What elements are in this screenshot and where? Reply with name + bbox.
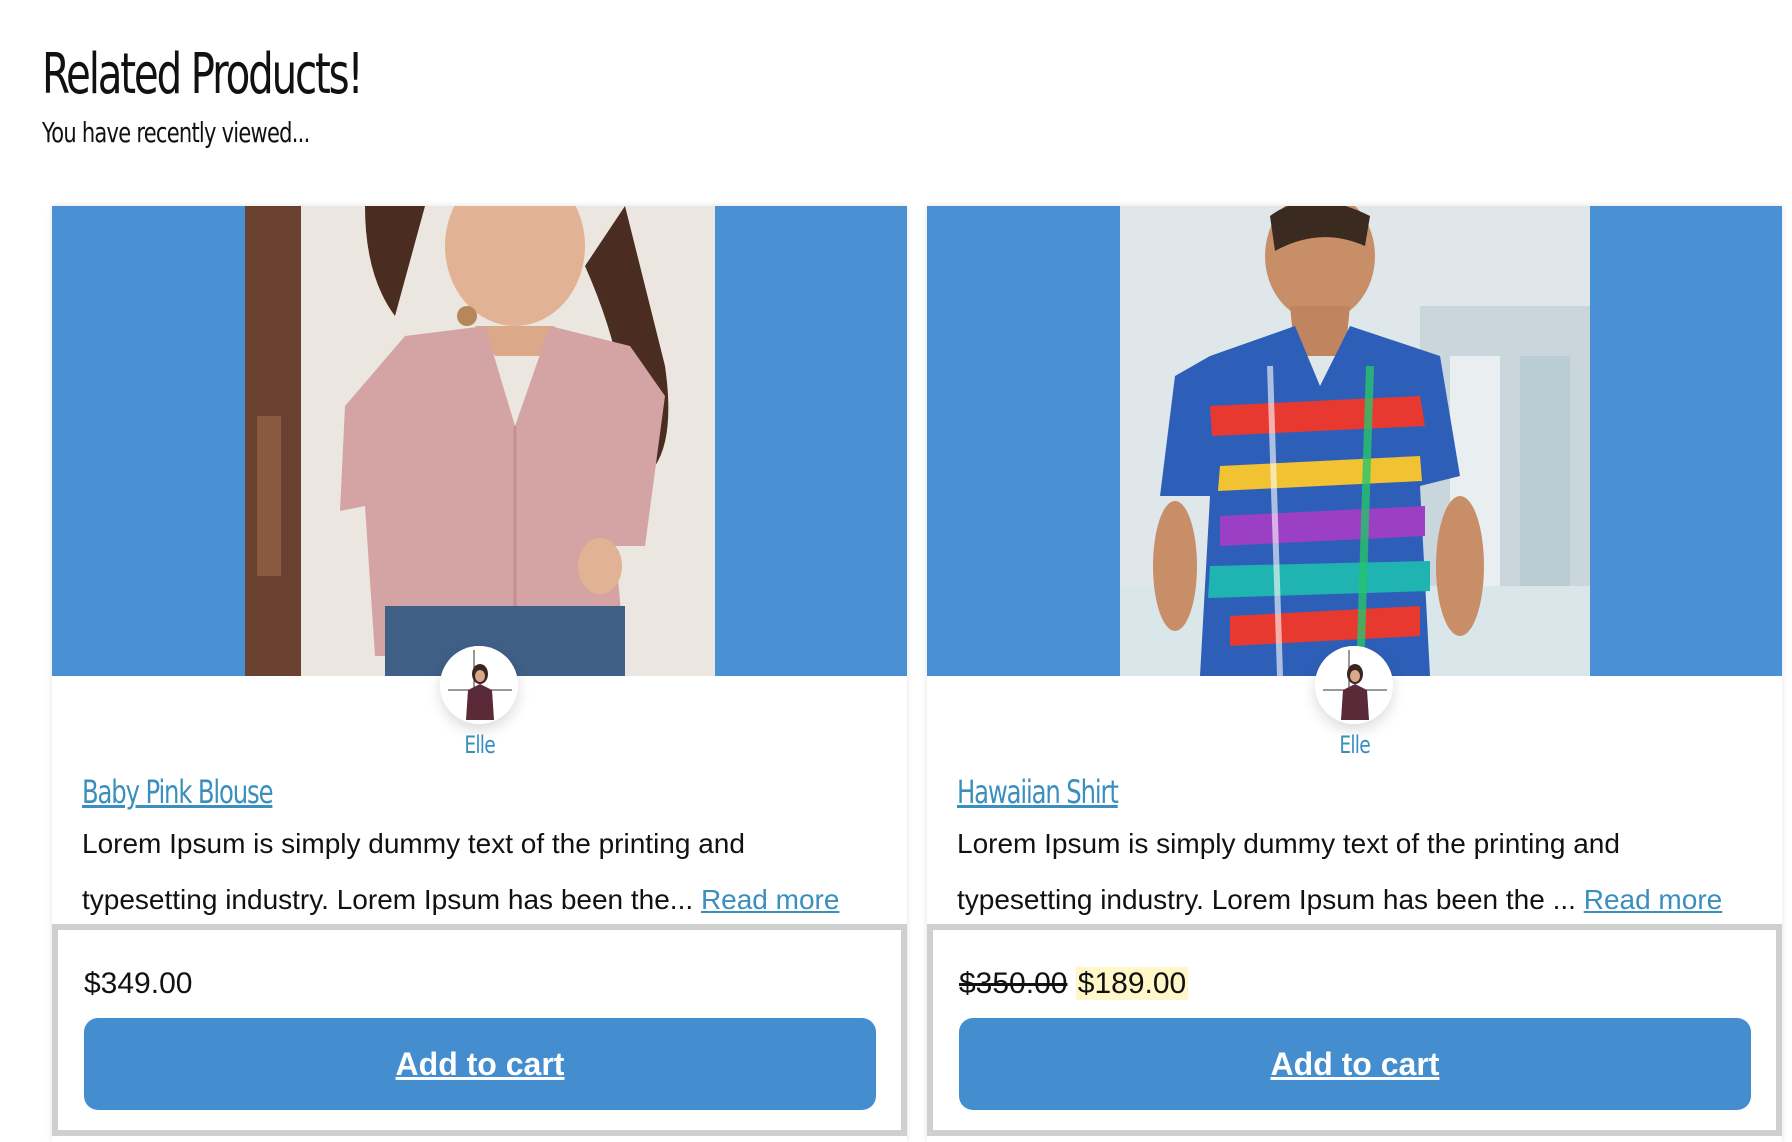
sale-price: $189.00 — [1075, 967, 1189, 1000]
current-price: $349.00 — [84, 967, 193, 1000]
purchase-box: $349.00 Add to cart — [52, 924, 907, 1136]
product-description: Lorem Ipsum is simply dummy text of the … — [82, 816, 882, 928]
product-card: Elle Baby Pink Blouse Lorem Ipsum is sim… — [52, 206, 907, 1142]
description-text: typesetting industry. Lorem Ipsum has be… — [82, 884, 694, 915]
original-price: $350.00 — [959, 967, 1068, 1000]
product-photo[interactable] — [245, 206, 715, 676]
product-description: Lorem Ipsum is simply dummy text of the … — [957, 816, 1757, 928]
product-title-link[interactable]: Baby Pink Blouse — [82, 772, 274, 812]
product-image-banner[interactable] — [52, 206, 907, 724]
purchase-box: $350.00 $189.00 Add to cart — [927, 924, 1782, 1136]
read-more-link[interactable]: Read more — [1584, 884, 1723, 915]
product-grid: Elle Baby Pink Blouse Lorem Ipsum is sim… — [52, 206, 1792, 1142]
description-line: Lorem Ipsum is simply dummy text of the … — [82, 828, 745, 859]
add-to-cart-button[interactable]: Add to cart — [959, 1018, 1751, 1110]
vendor-avatar-image — [440, 646, 518, 724]
price: $350.00 $189.00 — [959, 964, 1189, 1004]
product-card: Elle Hawaiian Shirt Lorem Ipsum is simpl… — [927, 206, 1782, 1142]
page-title: Related Products! — [42, 42, 364, 107]
pink-blouse-photo — [245, 206, 715, 676]
vendor-avatar-image — [1315, 646, 1393, 724]
vendor-avatar[interactable] — [440, 646, 518, 724]
description-line: Lorem Ipsum is simply dummy text of the … — [957, 828, 1620, 859]
section-header: Related Products! You have recently view… — [42, 38, 486, 150]
description-line: typesetting industry. Lorem Ipsum has be… — [82, 872, 882, 928]
related-products-page: Related Products! You have recently view… — [0, 0, 1792, 1142]
product-title-link[interactable]: Hawaiian Shirt — [957, 772, 1119, 812]
vendor-avatar[interactable] — [1315, 646, 1393, 724]
description-text: typesetting industry. Lorem Ipsum has be… — [957, 884, 1576, 915]
page-subtitle: You have recently viewed... — [42, 116, 310, 149]
add-to-cart-button[interactable]: Add to cart — [84, 1018, 876, 1110]
vendor-name-link[interactable]: Elle — [927, 730, 1782, 760]
description-line: typesetting industry. Lorem Ipsum has be… — [957, 872, 1757, 928]
product-image-banner[interactable] — [927, 206, 1782, 724]
vendor-name-link[interactable]: Elle — [52, 730, 907, 760]
product-photo[interactable] — [1120, 206, 1590, 676]
hawaiian-shirt-photo — [1120, 206, 1590, 676]
price: $349.00 — [84, 964, 192, 1004]
read-more-link[interactable]: Read more — [701, 884, 840, 915]
